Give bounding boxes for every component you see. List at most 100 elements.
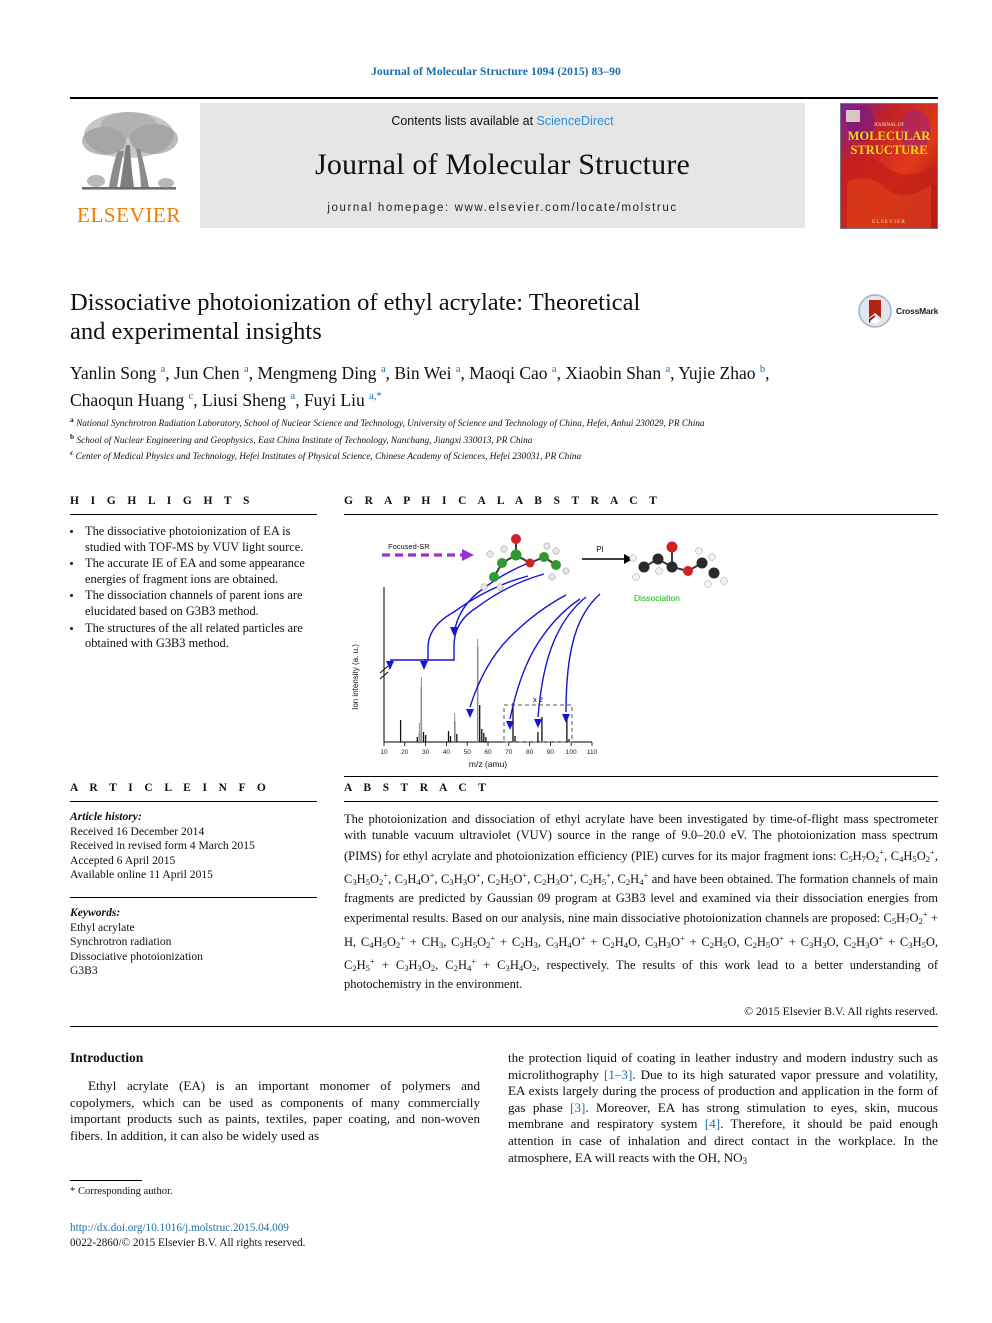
chart-ylabel: Ion intensity (a. u.)	[351, 644, 360, 710]
abstract-copyright: © 2015 Elsevier B.V. All rights reserved…	[744, 1003, 938, 1018]
svg-text:90: 90	[547, 749, 555, 756]
doi-link[interactable]: http://dx.doi.org/10.1016/j.molstruc.201…	[70, 1222, 289, 1234]
focused-sr-arrow: Focused-SR	[382, 542, 474, 561]
scale-annotation: x 2	[533, 695, 543, 704]
introduction-heading: Introduction	[70, 1050, 144, 1065]
svg-text:JOURNAL OF: JOURNAL OF	[874, 123, 904, 128]
svg-text:110: 110	[587, 749, 598, 756]
graphical-abstract-section: G R A P H I C A L A B S T R A C T 10 20 …	[344, 495, 938, 777]
elsevier-tree-icon	[82, 112, 178, 190]
svg-text:80: 80	[526, 749, 534, 756]
history-accepted: Accepted 6 April 2015	[70, 853, 176, 867]
ethyl-acrylate-cation-molecule-icon	[629, 541, 728, 588]
graphical-abstract-figure: 10 20 30 40 50 60 70 80 90 100 110 m/z (…	[344, 527, 938, 773]
highlights-rule	[70, 514, 317, 515]
abstract-heading: A B S T R A C T	[344, 782, 491, 794]
article-info-section: A R T I C L E I N F O Article history: R…	[70, 782, 317, 979]
keywords-label: Keywords:	[70, 905, 121, 919]
affiliation-b-text: School of Nuclear Engineering and Geophy…	[76, 435, 533, 446]
abstract-body: The photoionization and dissociation of …	[344, 811, 938, 993]
body-top-rule	[70, 1026, 938, 1027]
chart-xlabel: m/z (amu)	[469, 759, 507, 769]
introduction-paragraph-left: Ethyl acrylate (EA) is an important mono…	[70, 1078, 480, 1143]
abstract-rule	[344, 801, 938, 802]
corresponding-author-note: * Corresponding author.	[70, 1186, 173, 1197]
article-history-label: Article history:	[70, 810, 142, 823]
authors-line-1: Yanlin Song a, Jun Chen a, Mengmeng Ding…	[70, 362, 770, 383]
body-column-right: the protection liquid of coating in leat…	[508, 1050, 938, 1169]
svg-text:70: 70	[505, 749, 513, 756]
article-history: Article history: Received 16 December 20…	[70, 810, 317, 883]
article-info-rule	[70, 801, 317, 802]
journal-cover-thumbnail[interactable]: JOURNAL OF MOLECULAR STRUCTURE ELSEVIER	[840, 103, 938, 229]
keyword-item: G3B3	[70, 964, 98, 978]
graphical-abstract-heading: G R A P H I C A L A B S T R A C T	[344, 495, 662, 507]
history-online: Available online 11 April 2015	[70, 868, 213, 882]
history-revised: Received in revised form 4 March 2015	[70, 839, 255, 853]
title-line-1: Dissociative photoionization of ethyl ac…	[70, 289, 641, 316]
svg-text:30: 30	[422, 749, 430, 756]
affiliation-c-text: Center of Medical Physics and Technology…	[75, 452, 582, 463]
body-column-left: Introduction Ethyl acrylate (EA) is an i…	[70, 1050, 480, 1144]
mass-spectrum-chart: 10 20 30 40 50 60 70 80 90 100 110 m/z (…	[351, 534, 728, 769]
list-item: The accurate IE of EA and some appearanc…	[83, 556, 317, 587]
crossmark-badge[interactable]: CrossMark	[858, 291, 944, 331]
svg-text:60: 60	[484, 749, 492, 756]
elsevier-wordmark: ELSEVIER	[77, 203, 181, 227]
citation-ref[interactable]: [1–3]	[604, 1067, 632, 1082]
authors-line-2: Chaoqun Huang c, Liusi Sheng a, Fuyi Liu…	[70, 389, 382, 410]
svg-text:MOLECULAR: MOLECULAR	[848, 129, 932, 143]
highlights-section: H I G H L I G H T S The dissociative pho…	[70, 495, 317, 653]
title-line-2: and experimental insights	[70, 318, 322, 345]
keyword-item: Dissociative photoionization	[70, 949, 203, 963]
affiliation-a: a National Synchrotron Radiation Laborat…	[70, 415, 705, 430]
journal-title: Journal of Molecular Structure	[314, 148, 691, 181]
journal-masthead: ELSEVIER Contents lists available at Sci…	[70, 97, 938, 229]
svg-text:20: 20	[401, 749, 409, 756]
running-head: Journal of Molecular Structure 1094 (201…	[371, 66, 621, 78]
graphical-abstract-rule	[344, 514, 938, 515]
svg-text:10: 10	[380, 749, 388, 756]
abstract-section: A B S T R A C T The photoionization and …	[344, 782, 938, 1019]
sciencedirect-link[interactable]: ScienceDirect	[537, 114, 614, 128]
introduction-paragraph-right: the protection liquid of coating in leat…	[508, 1050, 938, 1166]
contents-available-line: Contents lists available at ScienceDirec…	[391, 114, 613, 128]
title-block: Dissociative photoionization of ethyl ac…	[70, 288, 860, 346]
crossmark-label: CrossMark	[896, 306, 939, 316]
svg-text:ELSEVIER: ELSEVIER	[872, 219, 906, 225]
graphical-abstract-bottom-rule	[344, 776, 938, 777]
cover-art-icon: JOURNAL OF MOLECULAR STRUCTURE ELSEVIER	[841, 104, 937, 228]
highlights-heading: H I G H L I G H T S	[70, 495, 254, 507]
citation-ref[interactable]: [4]	[705, 1116, 720, 1131]
highlights-list: The dissociative photoionization of EA i…	[70, 524, 317, 652]
svg-text:STRUCTURE: STRUCTURE	[850, 143, 927, 157]
article-first-page: Journal of Molecular Structure 1094 (201…	[0, 0, 992, 1323]
photoionization-arrow: PI	[582, 545, 633, 564]
page-title: Dissociative photoionization of ethyl ac…	[70, 288, 860, 346]
svg-text:50: 50	[464, 749, 472, 756]
history-received: Received 16 December 2014	[70, 824, 205, 838]
focused-sr-label: Focused-SR	[388, 542, 430, 551]
affiliation-b: b School of Nuclear Engineering and Geop…	[70, 431, 533, 446]
elsevier-logo: ELSEVIER	[70, 103, 188, 229]
journal-homepage[interactable]: journal homepage: www.elsevier.com/locat…	[327, 202, 677, 214]
affiliation-a-text: National Synchrotron Radiation Laborator…	[76, 419, 705, 430]
crossmark-icon	[858, 294, 892, 328]
issn-copyright-line: 0022-2860/© 2015 Elsevier B.V. All right…	[70, 1237, 306, 1249]
author-list: Yanlin Song a, Jun Chen a, Mengmeng Ding…	[70, 358, 888, 412]
dissociation-label: Dissociation	[634, 593, 680, 603]
article-info-heading: A R T I C L E I N F O	[70, 782, 271, 794]
footnote-rule	[70, 1180, 142, 1181]
svg-text:40: 40	[443, 749, 451, 756]
pi-label: PI	[596, 545, 604, 554]
citation-ref[interactable]: [3]	[570, 1100, 585, 1115]
ethyl-acrylate-molecule-icon	[480, 534, 570, 591]
svg-text:100: 100	[566, 749, 577, 756]
list-item: The dissociation channels of parent ions…	[83, 588, 317, 619]
keywords-group: Keywords: Ethyl acrylate Synchrotron rad…	[70, 906, 317, 979]
formula-subscript: 3	[742, 1155, 748, 1166]
contents-prefix: Contents lists available at	[391, 114, 534, 128]
list-item: The dissociative photoionization of EA i…	[83, 524, 317, 555]
masthead-center: Contents lists available at ScienceDirec…	[200, 103, 805, 228]
keywords-rule	[70, 896, 317, 898]
